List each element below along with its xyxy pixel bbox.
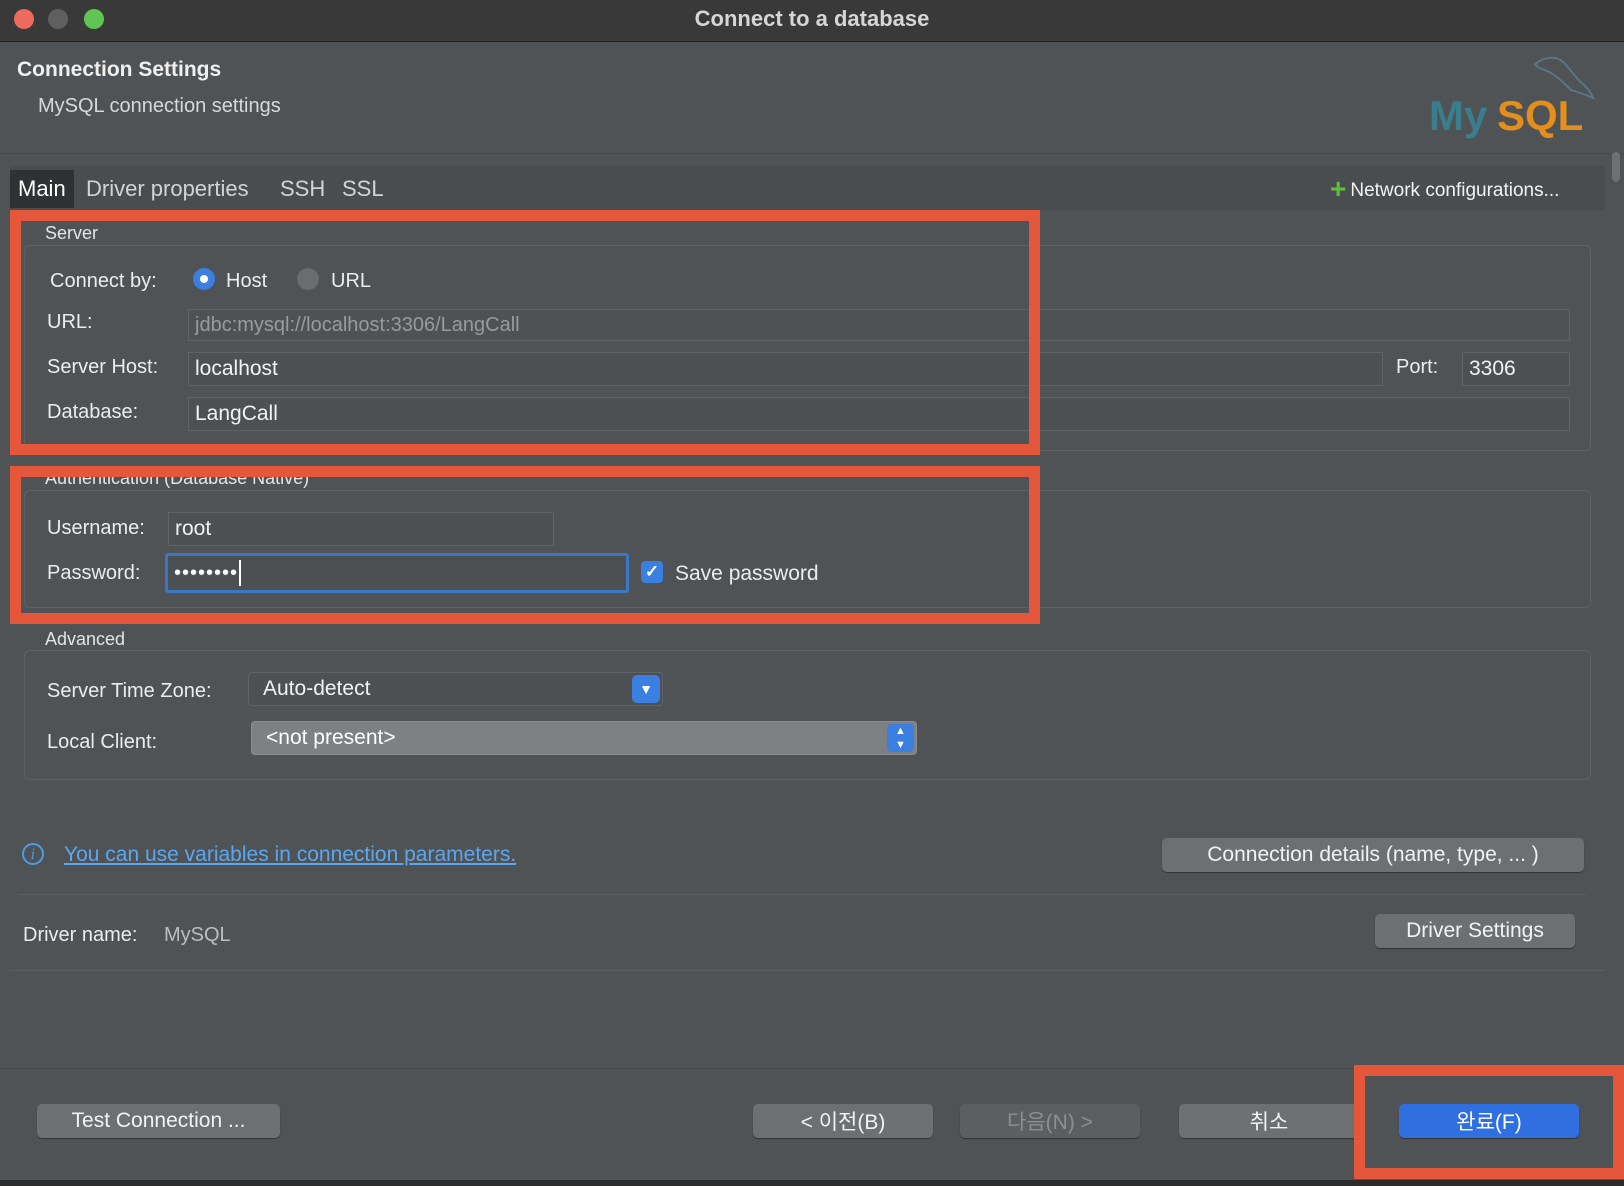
variables-help-link[interactable]: You can use variables in connection para… bbox=[64, 843, 516, 867]
server-time-zone-value: Auto-detect bbox=[263, 677, 371, 700]
port-label: Port: bbox=[1396, 356, 1439, 378]
driver-name-label: Driver name: bbox=[23, 924, 138, 946]
plus-icon: + bbox=[1330, 173, 1347, 204]
local-client-select[interactable]: <not present> bbox=[251, 721, 917, 755]
mysql-logo: My SQL bbox=[1429, 56, 1595, 139]
local-client-value: <not present> bbox=[266, 726, 396, 749]
server-time-zone-select[interactable]: Auto-detect bbox=[248, 672, 663, 706]
port-field[interactable]: 3306 bbox=[1462, 352, 1570, 386]
select-arrows-icon[interactable]: ▲ ▼ bbox=[887, 724, 914, 752]
page-subtitle: MySQL connection settings bbox=[38, 95, 281, 117]
local-client-label: Local Client: bbox=[47, 731, 158, 753]
page-title: Connection Settings bbox=[17, 58, 222, 81]
chevron-down-icon[interactable]: ▼ bbox=[632, 675, 660, 703]
authentication-highlight-box bbox=[10, 466, 1040, 624]
tab-main[interactable]: Main bbox=[10, 170, 74, 208]
advanced-group-label: Advanced bbox=[45, 629, 126, 649]
divider bbox=[10, 970, 1605, 971]
next-button[interactable]: 다음(N) > bbox=[960, 1104, 1140, 1138]
driver-settings-button[interactable]: Driver Settings bbox=[1375, 914, 1575, 948]
server-time-zone-label: Server Time Zone: bbox=[47, 680, 212, 702]
tab-driver-properties[interactable]: Driver properties bbox=[78, 170, 257, 208]
server-highlight-box bbox=[10, 210, 1040, 455]
network-configurations-button[interactable]: + Network configurations... bbox=[1330, 170, 1559, 208]
svg-text:My: My bbox=[1429, 92, 1488, 139]
svg-text:SQL: SQL bbox=[1497, 92, 1583, 139]
window-title: Connect to a database bbox=[694, 6, 930, 31]
connection-details-button[interactable]: Connection details (name, type, ... ) bbox=[1162, 838, 1584, 872]
advanced-group bbox=[24, 650, 1591, 780]
driver-name-value: MySQL bbox=[164, 924, 231, 946]
test-connection-button[interactable]: Test Connection ... bbox=[37, 1104, 280, 1138]
network-configurations-label: Network configurations... bbox=[1350, 180, 1560, 201]
finish-highlight-box bbox=[1354, 1065, 1624, 1179]
back-button[interactable]: < 이전(B) bbox=[753, 1104, 933, 1138]
scrollbar[interactable] bbox=[1612, 152, 1620, 182]
divider bbox=[18, 894, 1586, 895]
tab-ssh[interactable]: SSH bbox=[272, 170, 333, 208]
cancel-button[interactable]: 취소 bbox=[1179, 1104, 1359, 1138]
tab-ssl[interactable]: SSL bbox=[334, 170, 392, 208]
info-icon: i bbox=[22, 843, 44, 865]
